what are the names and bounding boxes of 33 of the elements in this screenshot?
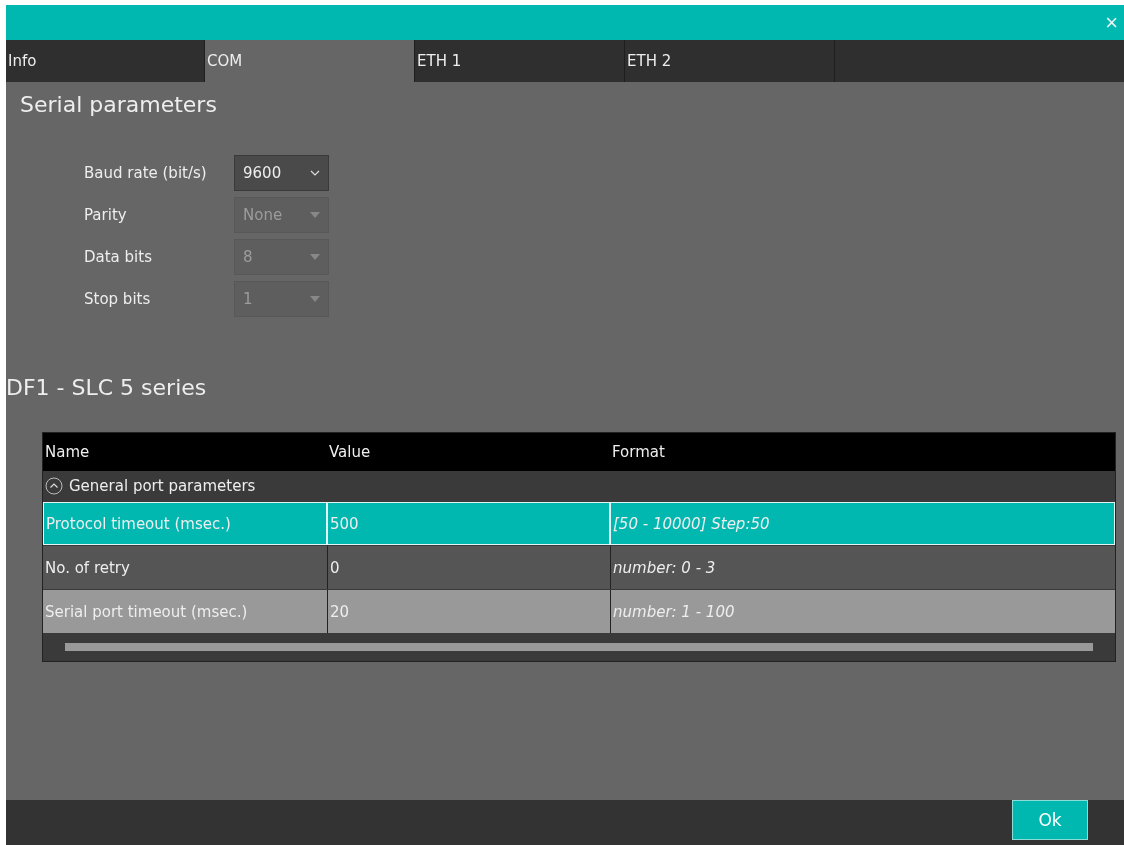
- chevron-down-icon: [310, 170, 320, 176]
- table-cell-text: No. of retry: [44, 557, 131, 579]
- field-label: Baud rate (bit/s): [84, 164, 208, 182]
- table-row[interactable]: Protocol timeout (msec.) 500 [50 - 10000] Step:50: [43, 501, 1115, 545]
- ok-button[interactable]: Ok: [1012, 800, 1088, 840]
- triangle-down-icon: [310, 212, 320, 218]
- table-cell: [50 - 10000] Step:50: [610, 502, 1115, 545]
- field-label: Data bits: [84, 248, 153, 266]
- triangle-down-icon: [310, 296, 320, 302]
- tab[interactable]: ETH 1: [415, 40, 625, 82]
- dropdown[interactable]: 9600: [234, 155, 329, 191]
- field-label: Parity: [84, 206, 128, 224]
- table-cell: number: 1 - 100: [610, 590, 1115, 633]
- table-cell: Protocol timeout (msec.): [43, 502, 327, 545]
- tab[interactable]: Info: [6, 40, 205, 82]
- table-cell-text: Serial port timeout (msec.): [44, 601, 249, 623]
- section-title: Serial parameters: [19, 91, 217, 117]
- table-row[interactable]: Serial port timeout (msec.) 20 number: 1 - 100: [43, 589, 1115, 633]
- triangle-down-icon: [310, 254, 320, 260]
- table-row[interactable]: No. of retry 0 number: 0 - 3: [43, 545, 1115, 589]
- group-label: General port parameters: [69, 477, 256, 495]
- column-header: Format: [611, 443, 666, 461]
- column-header: Name: [44, 443, 91, 461]
- scrollbar-thumb[interactable]: [65, 643, 1093, 651]
- tab[interactable]: COM: [205, 40, 415, 82]
- close-button[interactable]: ×: [1099, 11, 1124, 34]
- field-label: Stop bits: [84, 290, 152, 308]
- tab[interactable]: ETH 2: [625, 40, 835, 82]
- column-header: Value: [328, 443, 372, 461]
- table-cell: 500: [327, 502, 610, 545]
- section-title: DF1 - SLC 5 series: [6, 375, 207, 400]
- collapse-icon[interactable]: [45, 477, 63, 495]
- table-cell: 20: [327, 590, 610, 633]
